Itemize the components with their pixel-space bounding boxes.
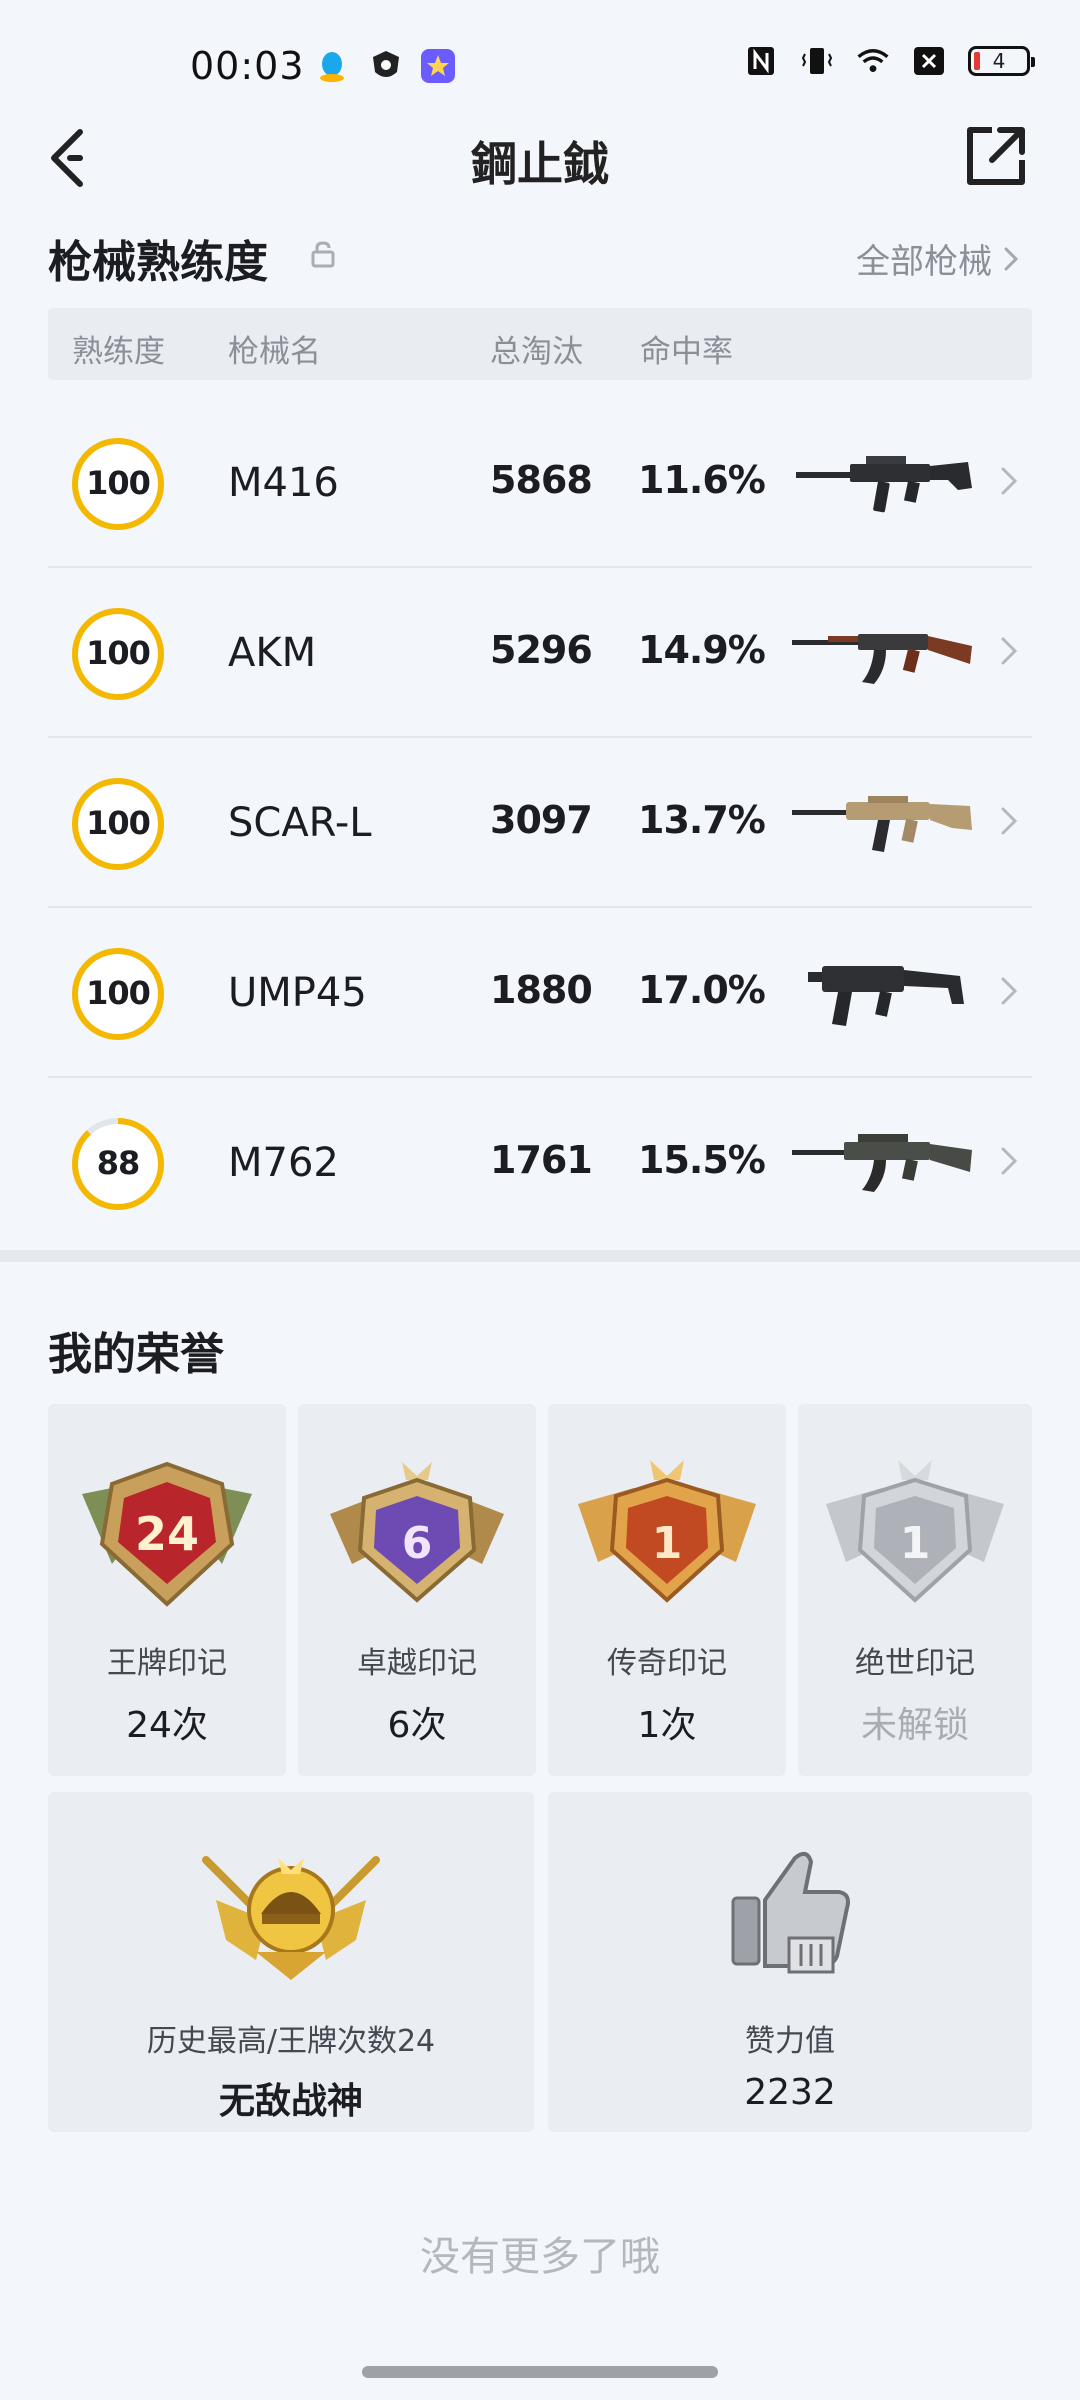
honor-card-highest-tier[interactable]: 历史最高/王牌次数24 无敌战神	[48, 1792, 534, 2132]
honor-value: 1次	[637, 1705, 697, 1746]
excellence-badge-number: 6	[402, 1518, 433, 1569]
weapon-accuracy: 13.7%	[638, 798, 766, 842]
m416-rifle-icon	[796, 456, 972, 513]
honor-value: 6次	[387, 1705, 447, 1746]
conqueror-badge-icon	[202, 1856, 380, 1980]
honor-label: 绝世印记	[855, 1646, 975, 1681]
honor-label: 王牌印记	[107, 1646, 227, 1681]
chevron-right-icon	[1004, 247, 1019, 270]
weapon-kills: 1880	[490, 968, 593, 1012]
ump45-smg-icon	[808, 966, 964, 1026]
weapon-name: M416	[228, 460, 339, 506]
honor-label: 历史最高/王牌次数24	[146, 2024, 436, 2059]
mastery-ring: 100	[70, 436, 166, 532]
mastery-value: 88	[96, 1144, 141, 1182]
lock-icon[interactable]	[310, 240, 336, 268]
weapon-accuracy: 11.6%	[638, 458, 766, 502]
honor-label: 赞力值	[745, 2024, 835, 2059]
weapon-row[interactable]: 100 M416 5868 11.6%	[48, 396, 1032, 568]
weapon-row[interactable]: 88 M762 1761 15.5%	[48, 1076, 1032, 1246]
all-weapons-link[interactable]: 全部枪械	[856, 234, 1020, 283]
excellence-badge-icon: 6	[330, 1462, 504, 1603]
thumbs-up-icon	[731, 1851, 850, 1974]
weapon-kills: 3097	[490, 798, 593, 842]
mastery-value: 100	[86, 464, 151, 502]
weapon-row[interactable]: 100 AKM 5296 14.9%	[48, 566, 1032, 738]
honor-card-legend[interactable]: 1 传奇印记 1次	[548, 1404, 786, 1776]
honor-label: 传奇印记	[607, 1646, 727, 1681]
vibrate-icon	[800, 44, 834, 78]
honor-value: 未解锁	[860, 1705, 969, 1746]
honor-card-ace[interactable]: 24 王牌印记 24次	[48, 1404, 286, 1776]
weapon-accuracy: 14.9%	[638, 628, 766, 672]
star-app-icon	[421, 49, 455, 83]
weapon-row[interactable]: 100 SCAR-L 3097 13.7%	[48, 736, 1032, 908]
scar-rifle-icon	[792, 796, 972, 852]
peerless-badge-number: 1	[900, 1518, 931, 1569]
weapon-name: UMP45	[228, 970, 367, 1016]
qq-icon	[320, 52, 344, 82]
chevron-right-icon	[1001, 977, 1018, 1005]
mastery-ring: 100	[70, 776, 166, 872]
chevron-right-icon	[1001, 1147, 1018, 1175]
mastery-value: 100	[86, 634, 151, 672]
honor-value: 24次	[126, 1705, 208, 1746]
top-nav: 鋼止鉞	[0, 118, 1080, 198]
honor-card-excellence[interactable]: 6 卓越印记 6次	[298, 1404, 536, 1776]
nfc-icon	[744, 44, 778, 78]
chevron-right-icon	[1001, 637, 1018, 665]
battery-icon: 4	[968, 46, 1035, 76]
sim-off-icon	[912, 44, 946, 78]
chevron-right-icon	[1001, 467, 1018, 495]
weapon-name: AKM	[228, 630, 317, 676]
weapon-name: M762	[228, 1140, 339, 1186]
weapon-kills: 5296	[490, 628, 593, 672]
chevron-right-icon	[1001, 807, 1018, 835]
end-of-list-note: 没有更多了哦	[420, 2234, 660, 2280]
mastery-ring: 100	[70, 946, 166, 1042]
peerless-badge-icon: 1	[826, 1460, 1004, 1603]
weapon-row[interactable]: 100 UMP45 1880 17.0%	[48, 906, 1032, 1078]
section-divider	[0, 1250, 1080, 1262]
header-kills: 总淘汰	[490, 334, 583, 370]
status-bar: 00:03 4	[0, 0, 1080, 130]
weapons-section-title: 枪械熟练度	[48, 237, 268, 288]
honor-value: 无敌战神	[218, 2081, 363, 2122]
ace-badge-number: 24	[135, 1507, 199, 1561]
status-time: 00:03	[190, 44, 305, 88]
honors-section-title: 我的荣誉	[48, 1329, 224, 1380]
wifi-icon	[856, 44, 890, 78]
home-indicator[interactable]	[362, 2366, 718, 2378]
honor-value: 2232	[744, 2072, 836, 2113]
mastery-ring: 100	[70, 606, 166, 702]
header-mastery: 熟练度	[72, 334, 165, 370]
share-icon[interactable]	[964, 124, 1028, 188]
akm-rifle-icon	[792, 634, 972, 684]
mastery-ring: 88	[70, 1116, 166, 1212]
legend-badge-number: 1	[652, 1518, 683, 1569]
weapons-table-header: 熟练度 枪械名 总淘汰 命中率	[48, 308, 1032, 380]
weapon-accuracy: 17.0%	[638, 968, 766, 1012]
battery-level: 4	[992, 49, 1006, 73]
header-name: 枪械名	[228, 334, 321, 370]
weapon-kills: 5868	[490, 458, 593, 502]
all-weapons-label: 全部枪械	[856, 242, 992, 282]
m762-rifle-icon	[792, 1134, 972, 1192]
header-accuracy: 命中率	[640, 334, 733, 370]
legend-badge-icon: 1	[578, 1460, 756, 1603]
weapon-accuracy: 15.5%	[638, 1138, 766, 1182]
honor-card-likes[interactable]: 赞力值 2232	[548, 1792, 1032, 2132]
honor-label: 卓越印记	[357, 1646, 477, 1681]
ace-badge-icon: 24	[82, 1461, 252, 1607]
mastery-value: 100	[86, 804, 151, 842]
weapon-kills: 1761	[490, 1138, 593, 1182]
honor-card-peerless[interactable]: 1 绝世印记 未解锁	[798, 1404, 1032, 1776]
weapon-name: SCAR-L	[228, 800, 372, 846]
shield-app-icon	[373, 51, 399, 77]
page-title: 鋼止鉞	[471, 137, 609, 191]
mastery-value: 100	[86, 974, 151, 1012]
